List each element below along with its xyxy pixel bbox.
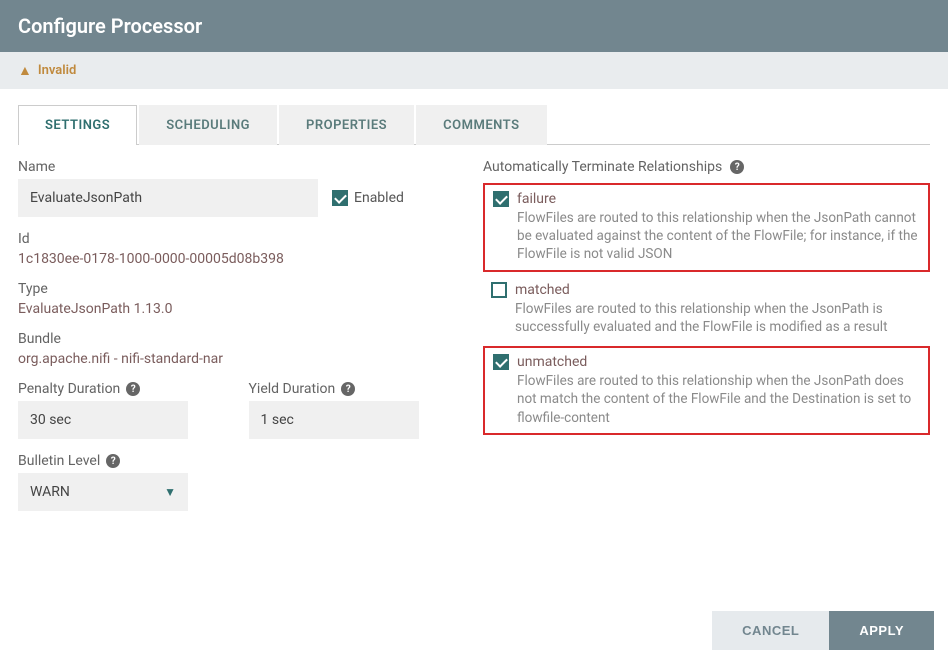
- help-icon[interactable]: ?: [126, 382, 140, 396]
- dialog-header: Configure Processor: [0, 0, 948, 52]
- bulletin-select[interactable]: WARN ▼: [18, 473, 188, 511]
- type-label: Type: [18, 281, 463, 297]
- apply-button[interactable]: APPLY: [829, 611, 934, 650]
- relationships-label: Automatically Terminate Relationships: [483, 159, 722, 175]
- name-label: Name: [18, 159, 463, 175]
- relationship-failure: failure FlowFiles are routed to this rel…: [483, 183, 930, 272]
- penalty-input[interactable]: [18, 401, 188, 439]
- relationship-unmatched: unmatched FlowFiles are routed to this r…: [483, 346, 930, 435]
- relationship-desc: FlowFiles are routed to this relationshi…: [493, 372, 920, 427]
- help-icon[interactable]: ?: [341, 382, 355, 396]
- left-column: Name Enabled Id 1c1830ee-0178-1000-0000-…: [18, 159, 463, 525]
- warning-icon: ▲: [18, 62, 32, 79]
- right-column: Automatically Terminate Relationships ? …: [483, 159, 930, 525]
- name-field: Name Enabled: [18, 159, 463, 217]
- id-value: 1c1830ee-0178-1000-0000-00005d08b398: [18, 251, 463, 267]
- yield-label: Yield Duration: [249, 381, 336, 397]
- relationship-desc: FlowFiles are routed to this relationshi…: [491, 300, 922, 336]
- bundle-label: Bundle: [18, 331, 463, 347]
- enabled-checkbox-wrap: Enabled: [332, 190, 404, 206]
- help-icon[interactable]: ?: [106, 454, 120, 468]
- relationship-name: matched: [515, 282, 570, 298]
- tab-comments[interactable]: COMMENTS: [416, 105, 546, 145]
- relationship-desc: FlowFiles are routed to this relationshi…: [493, 209, 920, 264]
- tabs: SETTINGS SCHEDULING PROPERTIES COMMENTS: [18, 105, 930, 145]
- relationship-checkbox[interactable]: [493, 354, 509, 370]
- tab-settings[interactable]: SETTINGS: [18, 105, 137, 145]
- dialog-title: Configure Processor: [18, 14, 202, 38]
- relationship-checkbox[interactable]: [493, 191, 509, 207]
- cancel-button[interactable]: CANCEL: [712, 611, 829, 650]
- type-field: Type EvaluateJsonPath 1.13.0: [18, 281, 463, 317]
- settings-panel: Name Enabled Id 1c1830ee-0178-1000-0000-…: [0, 145, 948, 525]
- tab-properties[interactable]: PROPERTIES: [279, 105, 414, 145]
- relationships-header: Automatically Terminate Relationships ?: [483, 159, 930, 175]
- name-input[interactable]: [18, 179, 318, 217]
- yield-input[interactable]: [249, 401, 419, 439]
- relationship-name: failure: [517, 191, 556, 207]
- relationship-name: unmatched: [517, 354, 587, 370]
- id-field: Id 1c1830ee-0178-1000-0000-00005d08b398: [18, 231, 463, 267]
- bulletin-label: Bulletin Level: [18, 453, 100, 469]
- relationship-matched: matched FlowFiles are routed to this rel…: [483, 276, 930, 342]
- enabled-label: Enabled: [354, 190, 404, 206]
- id-label: Id: [18, 231, 463, 247]
- penalty-label: Penalty Duration: [18, 381, 120, 397]
- status-bar: ▲ Invalid: [0, 52, 948, 89]
- chevron-down-icon: ▼: [164, 485, 176, 499]
- tab-scheduling[interactable]: SCHEDULING: [139, 105, 277, 145]
- bundle-value: org.apache.nifi - nifi-standard-nar: [18, 351, 463, 367]
- yield-field: Yield Duration ?: [249, 381, 464, 439]
- help-icon[interactable]: ?: [730, 160, 744, 174]
- type-value: EvaluateJsonPath 1.13.0: [18, 301, 463, 317]
- dialog-footer: CANCEL APPLY: [712, 611, 934, 660]
- penalty-field: Penalty Duration ?: [18, 381, 233, 439]
- status-text: Invalid: [38, 63, 76, 78]
- bulletin-field: Bulletin Level ? WARN ▼: [18, 453, 463, 511]
- enabled-checkbox[interactable]: [332, 190, 348, 206]
- bulletin-value: WARN: [30, 484, 70, 500]
- relationship-checkbox[interactable]: [491, 282, 507, 298]
- bundle-field: Bundle org.apache.nifi - nifi-standard-n…: [18, 331, 463, 367]
